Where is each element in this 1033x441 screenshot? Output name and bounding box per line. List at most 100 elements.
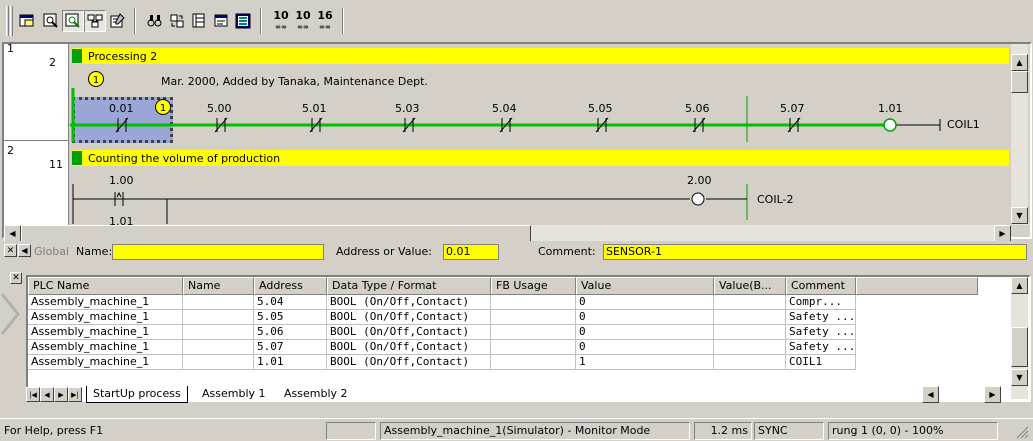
- table-row[interactable]: Assembly_machine_1 1.01 BOOL (On/Off,Con…: [28, 355, 856, 370]
- scroll-down-icon[interactable]: ▼: [1011, 369, 1028, 386]
- cell-address: 5.06: [254, 325, 327, 340]
- table-header: PLC Name Name Address Data Type / Format…: [28, 277, 978, 295]
- next-tab-icon[interactable]: ▶: [54, 387, 68, 402]
- contact-address[interactable]: 1.01: [109, 215, 134, 225]
- tab-assembly-2[interactable]: Assembly 2: [278, 386, 354, 403]
- name-field[interactable]: [112, 244, 324, 260]
- scroll-left-icon[interactable]: ◀: [922, 386, 939, 403]
- toolbar-separator: [260, 8, 262, 34]
- scroll-thumb[interactable]: [21, 225, 531, 242]
- cell-value-b: [714, 355, 786, 370]
- contact-address[interactable]: 0.01: [109, 102, 134, 115]
- contact-address[interactable]: 5.07: [780, 102, 805, 115]
- zoom-icon[interactable]: [40, 10, 62, 32]
- contact-address[interactable]: 5.00: [207, 102, 232, 115]
- close-icon[interactable]: ✕: [10, 272, 22, 284]
- cell-address: 5.04: [254, 295, 327, 310]
- contact-address[interactable]: 5.03: [395, 102, 420, 115]
- cell-value[interactable]: 0: [576, 340, 714, 355]
- ladder-canvas[interactable]: Processing 2 1 Mar. 2000, Added by Tanak…: [70, 44, 1010, 225]
- scroll-right-icon[interactable]: ▶: [984, 386, 1001, 403]
- signed-decimal-display-button[interactable]: 10 ∞∞: [292, 10, 314, 32]
- tab-assembly-1[interactable]: Assembly 1: [196, 386, 272, 403]
- global-label[interactable]: Global: [34, 245, 69, 258]
- rung-comment-icon[interactable]: [210, 10, 232, 32]
- column-header[interactable]: PLC Name: [28, 277, 183, 295]
- nc-contact-icon: [499, 117, 513, 133]
- coil-address[interactable]: 2.00: [687, 174, 712, 187]
- memory-table-icon[interactable]: [232, 10, 254, 32]
- column-header[interactable]: Name: [183, 277, 254, 295]
- cell-value-b: [714, 340, 786, 355]
- scroll-down-icon[interactable]: ▼: [1011, 207, 1028, 224]
- table-row[interactable]: Assembly_machine_1 5.04 BOOL (On/Off,Con…: [28, 295, 856, 310]
- scroll-right-icon[interactable]: ▶: [994, 225, 1011, 242]
- ladder-vertical-scrollbar[interactable]: ▲ ▼: [1011, 44, 1028, 225]
- mode-text: Assembly_machine_1(Simulator) - Monitor …: [380, 422, 690, 440]
- column-header[interactable]: Address: [254, 277, 327, 295]
- cell-value-b: [714, 310, 786, 325]
- scroll-thumb[interactable]: [1011, 327, 1028, 367]
- rung-title-bar[interactable]: Counting the volume of production: [72, 150, 1009, 166]
- table-row[interactable]: Assembly_machine_1 5.06 BOOL (On/Off,Con…: [28, 325, 856, 340]
- nc-contact-icon: [402, 117, 416, 133]
- network-icon[interactable]: [84, 10, 106, 32]
- contact-address[interactable]: 5.06: [685, 102, 710, 115]
- nc-contact-icon: [595, 117, 609, 133]
- sync-status: SYNC: [754, 422, 824, 440]
- cell-value[interactable]: 1: [576, 355, 714, 370]
- scroll-left-icon[interactable]: ◀: [4, 225, 21, 242]
- cell-value-b: [714, 295, 786, 310]
- window-icon[interactable]: [16, 10, 38, 32]
- close-icon[interactable]: ✕: [4, 244, 17, 257]
- contact-address[interactable]: 5.01: [302, 102, 327, 115]
- address-label: Address or Value:: [336, 245, 432, 258]
- replace-icon[interactable]: [166, 10, 188, 32]
- column-header[interactable]: FB Usage: [491, 277, 576, 295]
- toolbar-grip[interactable]: [6, 6, 9, 36]
- comment-field[interactable]: SENSOR-1: [603, 244, 1027, 260]
- column-header[interactable]: Value(B...: [714, 277, 786, 295]
- column-header[interactable]: Data Type / Format: [327, 277, 491, 295]
- ladder-horizontal-scrollbar[interactable]: ◀ ▶: [4, 225, 1011, 242]
- scroll-up-icon[interactable]: ▲: [1011, 277, 1028, 294]
- tab-startup-process[interactable]: StartUp process: [86, 386, 188, 403]
- cell-name: [183, 295, 254, 310]
- cell-name: [183, 355, 254, 370]
- table-row[interactable]: Assembly_machine_1 5.05 BOOL (On/Off,Con…: [28, 310, 856, 325]
- contact-address[interactable]: 5.05: [588, 102, 613, 115]
- scroll-up-icon[interactable]: ▲: [1011, 54, 1028, 71]
- cycle-time: 1.2 ms: [694, 422, 752, 440]
- first-tab-icon[interactable]: |◀: [26, 387, 40, 402]
- address-field[interactable]: 0.01: [443, 244, 499, 260]
- last-tab-icon[interactable]: ▶|: [68, 387, 82, 402]
- find-icon[interactable]: [144, 10, 166, 32]
- status-cell: [326, 422, 376, 440]
- cell-name: [183, 325, 254, 340]
- cell-value[interactable]: 0: [576, 310, 714, 325]
- prev-tab-icon[interactable]: ◀: [40, 387, 54, 402]
- column-header[interactable]: Comment: [786, 277, 856, 295]
- zoom-window-icon[interactable]: [62, 10, 84, 32]
- resize-grip-icon[interactable]: [1015, 425, 1029, 439]
- hex-display-button[interactable]: 16 ∞∞: [314, 10, 336, 32]
- toolbar-grip[interactable]: [10, 6, 13, 36]
- table-vertical-scrollbar[interactable]: ▲ ▼: [1011, 277, 1028, 399]
- ladder-view[interactable]: 1 2 2 11 Processing 2 1 Mar. 2000, Added…: [2, 42, 1032, 242]
- column-header[interactable]: Value: [576, 277, 714, 295]
- contact-address[interactable]: 1.00: [109, 174, 134, 187]
- cell-value[interactable]: 0: [576, 325, 714, 340]
- properties-icon[interactable]: [106, 10, 128, 32]
- cell-data-type: BOOL (On/Off,Contact): [327, 340, 491, 355]
- rung-head: 1: [7, 42, 14, 55]
- coil-address[interactable]: 1.01: [878, 102, 903, 115]
- decimal-display-button[interactable]: 10 ∞∞: [270, 10, 292, 32]
- scroll-thumb[interactable]: [1011, 71, 1028, 93]
- cell-value[interactable]: 0: [576, 295, 714, 310]
- cell-plc-name: Assembly_machine_1: [28, 340, 183, 355]
- watch-table[interactable]: PLC Name Name Address Data Type / Format…: [26, 275, 1031, 402]
- table-row[interactable]: Assembly_machine_1 5.07 BOOL (On/Off,Con…: [28, 340, 856, 355]
- io-comment-icon[interactable]: [188, 10, 210, 32]
- contact-address[interactable]: 5.04: [492, 102, 517, 115]
- pin-icon[interactable]: ◀: [18, 244, 31, 257]
